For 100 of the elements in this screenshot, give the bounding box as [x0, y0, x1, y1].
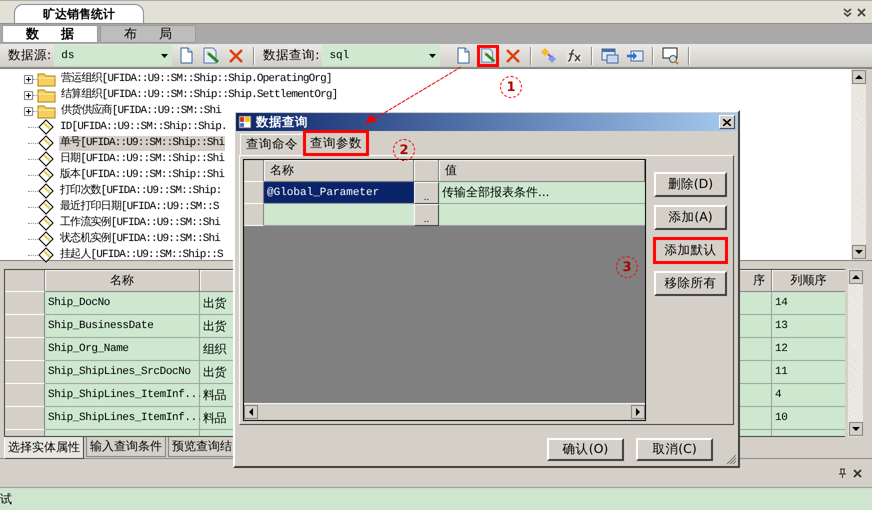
tree-item[interactable]: 结算组织[UFIDA::U9::SM::Ship::Ship.SettlementOrg]	[60, 88, 338, 102]
diamond-icon	[38, 199, 55, 215]
row-header[interactable]	[5, 384, 45, 407]
dialog-title: 数据查询	[256, 114, 308, 130]
edit-file-button[interactable]	[477, 44, 500, 66]
function-icon	[565, 46, 584, 64]
table-cell: 11	[772, 361, 845, 384]
tree-item[interactable]: 单号[UFIDA::U9::SM::Ship::Shi	[59, 136, 226, 150]
row-header[interactable]	[5, 270, 45, 292]
tree-item[interactable]: 状态机实例[UFIDA::U9::SM::Shi	[59, 232, 222, 246]
close-button[interactable]	[719, 115, 735, 129]
table-cell: Ship_DocNo	[45, 292, 200, 315]
row-header[interactable]	[5, 407, 45, 430]
scroll-right-icon[interactable]	[631, 405, 645, 419]
table-cell: Ship_ShipLines_ItemInf...	[45, 384, 200, 407]
tree-item[interactable]: 版本[UFIDA::U9::SM::Ship::Shi	[59, 168, 226, 182]
scroll-up-icon[interactable]	[848, 270, 862, 284]
dropdown-arrow-icon	[429, 54, 436, 58]
picker-button[interactable]: ..	[414, 182, 439, 204]
dialog-tab[interactable]: 查询命令	[240, 134, 304, 155]
expand-icon[interactable]	[24, 90, 33, 100]
close-icon	[723, 118, 731, 126]
row-header[interactable]	[5, 292, 45, 315]
column-header[interactable]	[414, 160, 439, 182]
edit-file-icon	[480, 46, 496, 64]
document-tab[interactable]: 旷达销售统计	[14, 4, 144, 23]
window-icon	[601, 46, 620, 64]
wand-icon	[540, 46, 558, 64]
row-header[interactable]	[5, 315, 45, 338]
folder-icon	[37, 71, 56, 87]
double-chevron-icon	[843, 8, 852, 16]
side-button[interactable]: 添加默认	[654, 238, 727, 263]
column-header[interactable]: 列顺序	[772, 270, 845, 292]
grid-scrollbar[interactable]	[848, 269, 863, 437]
window-icon	[238, 115, 252, 129]
query-combo[interactable]: sql	[322, 45, 440, 66]
horizontal-scrollbar[interactable]	[244, 403, 645, 420]
tree-item[interactable]: 日期[UFIDA::U9::SM::Ship::Shi	[59, 152, 226, 166]
row-header[interactable]	[244, 182, 264, 204]
close-icon[interactable]	[857, 8, 866, 16]
tree-item[interactable]: 工作流实例[UFIDA::U9::SM::Shi	[59, 216, 222, 230]
expand-icon[interactable]	[24, 74, 33, 84]
close-icon[interactable]	[853, 468, 862, 478]
diamond-icon	[38, 135, 55, 151]
column-header[interactable]: 值	[439, 160, 645, 182]
tree-item[interactable]: ID[UFIDA::U9::SM::Ship::Ship.	[59, 120, 228, 134]
table-cell: 13	[772, 315, 845, 338]
table-cell: Ship_ShipLines_SrcDocNo	[45, 361, 200, 384]
diamond-icon	[38, 167, 55, 183]
side-button[interactable]: 删除(D)	[654, 172, 727, 197]
table-cell[interactable]: @Global_Parameter	[264, 182, 414, 204]
magnifier-icon	[662, 46, 680, 64]
pin-icon[interactable]	[838, 468, 847, 478]
tree-item[interactable]: 最近打印日期[UFIDA::U9::SM::S	[59, 200, 220, 214]
tree-item[interactable]: 打印次数[UFIDA::U9::SM::Ship:	[59, 184, 222, 198]
row-header[interactable]	[5, 361, 45, 384]
diamond-icon	[38, 183, 55, 199]
edit-file-icon	[202, 46, 220, 64]
resize-grip-icon[interactable]	[726, 454, 737, 465]
scroll-down-icon[interactable]	[852, 245, 866, 259]
table-cell: Ship_Org_Name	[45, 338, 200, 361]
table-cell: 14	[772, 292, 845, 315]
scroll-up-icon[interactable]	[852, 70, 866, 84]
tree-item[interactable]: 营运组织[UFIDA::U9::SM::Ship::Ship.OperatingOrg]	[60, 72, 333, 86]
table-cell: Ship_ShipLines_ItemInf...	[45, 407, 200, 430]
diamond-icon	[38, 215, 55, 231]
dialog-tab[interactable]: 查询参数	[304, 131, 368, 155]
expand-icon[interactable]	[24, 106, 33, 116]
scroll-left-icon[interactable]	[244, 405, 258, 419]
step-marker: 3	[616, 256, 638, 278]
side-button[interactable]: 添加(A)	[654, 205, 727, 230]
bottom-tab[interactable]: 输入查询条件	[86, 437, 166, 457]
datasource-combo[interactable]: ds	[54, 45, 172, 66]
side-button[interactable]: 移除所有	[654, 271, 727, 296]
datasource-label: 数据源:	[8, 47, 52, 64]
dialog-button[interactable]: 取消(C)	[636, 438, 713, 461]
step-marker: 2	[393, 139, 415, 161]
row-header[interactable]	[5, 338, 45, 361]
row-header[interactable]	[244, 160, 264, 182]
tree-scrollbar[interactable]	[851, 69, 866, 260]
table-cell: 12	[772, 338, 845, 361]
dialog-button[interactable]: 确认(O)	[547, 438, 624, 461]
row-header[interactable]	[244, 204, 264, 226]
view-tab[interactable]: 数据	[2, 25, 98, 43]
table-cell: 4	[772, 384, 845, 407]
column-header[interactable]: 名称	[264, 160, 414, 182]
query-label: 数据查询:	[263, 47, 320, 64]
folder-icon	[37, 103, 56, 119]
delete-icon	[227, 46, 246, 64]
bottom-tab[interactable]: 选择实体属性	[4, 437, 84, 459]
table-cell: 10	[772, 407, 845, 430]
tree-item[interactable]: 供货供应商[UFIDA::U9::SM::Shi	[60, 104, 222, 118]
scroll-down-icon[interactable]	[848, 422, 862, 436]
picker-button[interactable]: ..	[414, 204, 439, 226]
tree-item[interactable]: 挂起人[UFIDA::U9::SM::Ship::S	[59, 248, 224, 262]
bottom-tab[interactable]: 预览查询结	[168, 437, 236, 457]
diamond-icon	[38, 231, 55, 247]
view-tab[interactable]: 布局	[100, 25, 196, 43]
table-cell: Ship_BusinessDate	[45, 315, 200, 338]
column-header[interactable]: 名称	[45, 270, 200, 292]
